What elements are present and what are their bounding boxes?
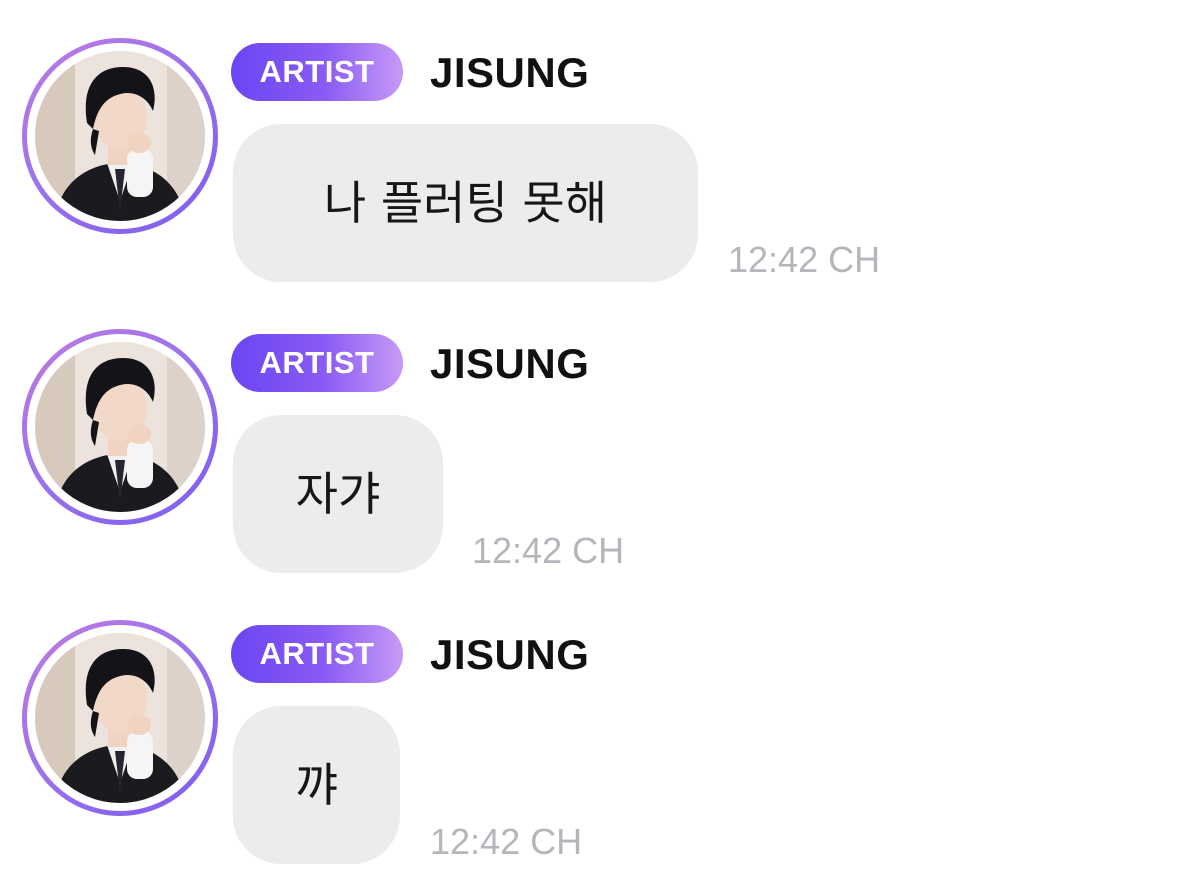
avatar[interactable] [22, 329, 218, 525]
avatar-photo [35, 342, 205, 512]
message-bubble[interactable]: 자갸 [233, 415, 443, 573]
message-timestamp: 12:42 CH [472, 530, 625, 571]
sender-name: JISUNG [430, 49, 590, 96]
sender-name: JISUNG [430, 631, 590, 678]
sender-name: JISUNG [430, 340, 590, 387]
avatar[interactable] [22, 620, 218, 816]
avatar-inner-gap [27, 334, 213, 520]
artist-badge: ARTIST [231, 625, 403, 683]
avatar-inner-gap [27, 43, 213, 229]
person-photo-icon [35, 633, 205, 803]
chat-message: ARTIST JISUNG 꺄 12:42 CH [0, 582, 1200, 872]
chat-message: ARTIST JISUNG 자갸 12:42 CH [0, 291, 1200, 581]
chat-message: ARTIST JISUNG 나 플러팅 못해 12:42 CH [0, 0, 1200, 290]
person-photo-icon [35, 51, 205, 221]
avatar-inner-gap [27, 625, 213, 811]
avatar-photo [35, 51, 205, 221]
artist-badge: ARTIST [231, 334, 403, 392]
message-timestamp: 12:42 CH [430, 821, 583, 862]
avatar-photo [35, 633, 205, 803]
message-bubble[interactable]: 꺄 [233, 706, 400, 864]
message-timestamp: 12:42 CH [728, 239, 881, 280]
message-bubble[interactable]: 나 플러팅 못해 [233, 124, 698, 282]
avatar[interactable] [22, 38, 218, 234]
artist-badge: ARTIST [231, 43, 403, 101]
person-photo-icon [35, 342, 205, 512]
